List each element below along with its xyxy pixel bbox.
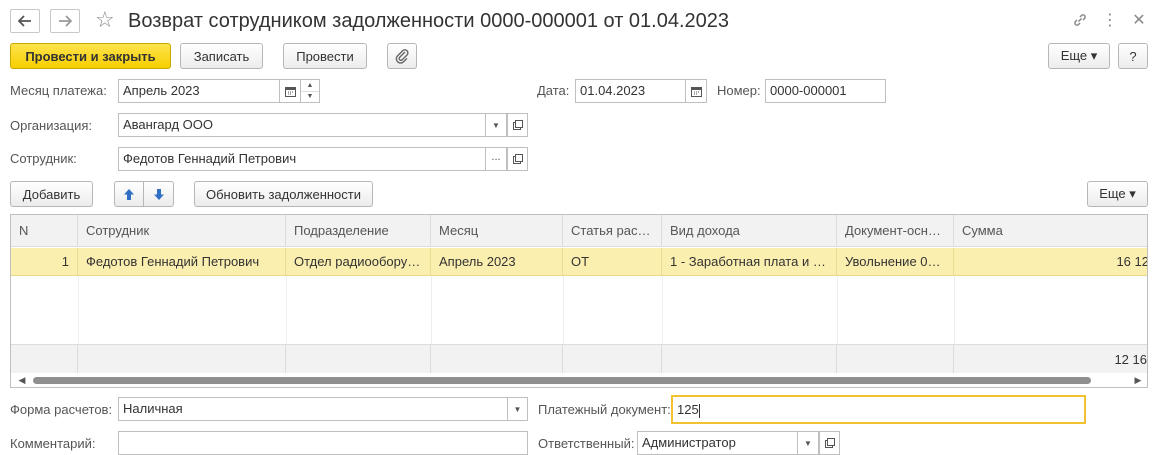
column-divider [662, 276, 663, 344]
debts-table[interactable]: N Сотрудник Подразделение Месяц Статья р… [10, 214, 1148, 388]
month-calendar-button[interactable] [279, 79, 301, 103]
calendar-icon [690, 86, 702, 97]
comment-label: Комментарий: [10, 436, 96, 451]
column-header-department[interactable]: Подразделение [286, 215, 431, 247]
number-field[interactable]: 0000-000001 [765, 79, 886, 103]
save-button[interactable]: Записать [180, 43, 263, 69]
employee-open-button[interactable] [507, 147, 528, 171]
cell-amount[interactable]: 12 16 [954, 248, 1147, 276]
column-header-amount[interactable]: Сумма [954, 215, 1147, 247]
cell-income-type[interactable]: 1 - Заработная плата и … [662, 248, 837, 276]
month-spinner[interactable]: ▲ ▼ [300, 79, 320, 103]
payment-document-value: 125 [677, 402, 699, 417]
column-header-base-document[interactable]: Документ-осн… [837, 215, 954, 247]
column-divider [78, 276, 79, 344]
employee-field[interactable]: Федотов Геннадий Петрович [118, 147, 486, 171]
chevron-down-icon: ▼ [804, 438, 812, 448]
arrow-down-icon [153, 188, 164, 200]
scroll-left-icon[interactable]: ◀ [15, 373, 29, 387]
table-row[interactable]: 1 Федотов Геннадий Петрович Отдел радиоо… [11, 248, 1147, 276]
cell-month[interactable]: Апрель 2023 [431, 248, 563, 276]
post-button[interactable]: Провести [283, 43, 367, 69]
column-header-expense-item[interactable]: Статья рас… [563, 215, 662, 247]
payment-document-label: Платежный документ: [538, 402, 671, 417]
page-title: Возврат сотрудником задолженности 0000-0… [128, 10, 730, 32]
more-menu-button[interactable]: Еще ▾ [1048, 43, 1110, 69]
horizontal-scrollbar[interactable]: ◀ ▶ [11, 373, 1147, 387]
close-icon[interactable]: ✕ [1128, 9, 1150, 31]
cell-n[interactable]: 1 [11, 248, 78, 276]
open-icon [824, 438, 835, 448]
comment-field[interactable] [118, 431, 528, 455]
cell-department[interactable]: Отдел радиообору… [286, 248, 431, 276]
chevron-down-icon: ▼ [513, 404, 522, 414]
month-field[interactable]: Апрель 2023 [118, 79, 280, 103]
responsible-label: Ответственный: [538, 436, 635, 451]
add-row-button[interactable]: Добавить [10, 181, 93, 207]
refresh-debts-button[interactable]: Обновить задолженности [194, 181, 373, 207]
column-header-n[interactable]: N [11, 215, 78, 247]
column-divider [563, 276, 564, 344]
arrow-right-icon [59, 15, 72, 27]
date-field[interactable]: 01.04.2023 [575, 79, 686, 103]
post-and-close-button[interactable]: Провести и закрыть [10, 43, 171, 69]
link-icon[interactable] [1069, 9, 1091, 31]
organization-open-button[interactable] [507, 113, 528, 137]
employee-label: Сотрудник: [10, 151, 77, 166]
date-calendar-button[interactable] [685, 79, 707, 103]
arrow-left-icon [18, 15, 31, 27]
responsible-field[interactable]: Администратор [637, 431, 798, 455]
employee-select-button[interactable]: ... [485, 147, 507, 171]
spin-up-icon[interactable]: ▲ [301, 80, 319, 91]
organization-field[interactable]: Авангард ООО [118, 113, 486, 137]
cell-employee[interactable]: Федотов Геннадий Петрович [78, 248, 286, 276]
month-label: Месяц платежа: [10, 83, 107, 98]
more-actions-icon[interactable]: ⋮ [1099, 9, 1121, 31]
responsible-open-button[interactable] [819, 431, 840, 455]
table-footer: 12 16 [11, 344, 1147, 375]
column-header-employee[interactable]: Сотрудник [78, 215, 286, 247]
paperclip-icon [395, 49, 409, 64]
open-icon [512, 154, 523, 164]
calendar-icon [284, 86, 296, 97]
favorite-star-icon[interactable]: ☆ [95, 8, 115, 32]
column-header-income-type[interactable]: Вид дохода [662, 215, 837, 247]
responsible-dropdown-button[interactable]: ▼ [797, 431, 819, 455]
cell-expense-item[interactable]: ОТ [563, 248, 662, 276]
amount-total: 12 16 [1114, 352, 1147, 367]
column-divider [286, 276, 287, 344]
open-icon [512, 120, 523, 130]
column-divider [954, 276, 955, 344]
spin-down-icon[interactable]: ▼ [301, 90, 319, 103]
table-header: N Сотрудник Подразделение Месяц Статья р… [11, 215, 1147, 247]
date-label: Дата: [537, 83, 570, 98]
table-more-button[interactable]: Еще ▾ [1087, 181, 1148, 207]
attach-button[interactable] [387, 43, 417, 69]
chevron-down-icon: ▼ [492, 120, 500, 130]
help-button[interactable]: ? [1118, 43, 1148, 69]
payment-form-field[interactable]: Наличная [118, 397, 508, 421]
ellipsis-icon: ... [491, 151, 501, 163]
arrow-up-icon [124, 188, 134, 200]
move-down-button[interactable] [143, 181, 174, 207]
cell-base-document[interactable]: Увольнение 0… [837, 248, 954, 276]
column-divider [837, 276, 838, 344]
column-header-month[interactable]: Месяц [431, 215, 563, 247]
payment-form-dropdown-button[interactable]: ▼ [507, 397, 528, 421]
payment-document-field[interactable]: 125 [671, 395, 1086, 424]
column-divider [431, 276, 432, 344]
move-up-button[interactable] [114, 181, 144, 207]
organization-dropdown-button[interactable]: ▼ [485, 113, 507, 137]
scroll-right-icon[interactable]: ▶ [1131, 373, 1145, 387]
organization-label: Организация: [10, 118, 93, 133]
forward-button[interactable] [50, 9, 80, 33]
payment-form-label: Форма расчетов: [10, 402, 113, 417]
number-label: Номер: [717, 83, 761, 98]
back-button[interactable] [10, 9, 40, 33]
scrollbar-thumb[interactable] [33, 377, 1091, 384]
